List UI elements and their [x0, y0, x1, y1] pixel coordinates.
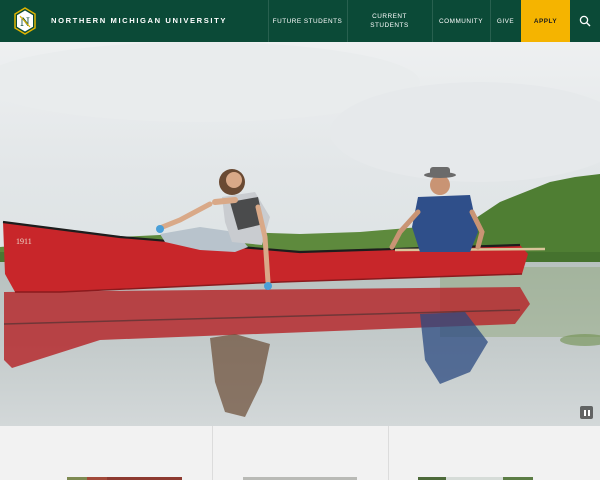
- nav-current-students[interactable]: CURRENT STUDENTS: [347, 0, 432, 42]
- nmu-logo-icon[interactable]: N: [13, 7, 37, 35]
- hero-scene: 1911: [0, 42, 600, 426]
- nav-community-label: COMMUNITY: [439, 17, 483, 25]
- university-name[interactable]: NORTHERN MICHIGAN UNIVERSITY: [51, 16, 227, 25]
- nav-give[interactable]: GIVE: [490, 0, 521, 42]
- pause-icon: [583, 409, 586, 416]
- site-header: N NORTHERN MICHIGAN UNIVERSITY FUTURE ST…: [0, 0, 600, 42]
- apply-button[interactable]: APPLY: [521, 0, 570, 42]
- card-divider: [388, 426, 389, 480]
- card-thumbnail[interactable]: [243, 472, 357, 480]
- search-icon: [579, 15, 591, 27]
- card-thumbnail[interactable]: [67, 472, 182, 480]
- apply-label: APPLY: [533, 17, 558, 25]
- hero-video[interactable]: 1911: [0, 42, 600, 426]
- feature-cards: [0, 426, 600, 480]
- nav-future-students-label: FUTURE STUDENTS: [272, 17, 343, 25]
- nav-future-students[interactable]: FUTURE STUDENTS: [268, 0, 347, 42]
- card-divider: [212, 426, 213, 480]
- nav-current-students-line1: CURRENT: [372, 13, 407, 20]
- nav-give-label: GIVE: [496, 17, 515, 25]
- nav-current-students-line2: STUDENTS: [370, 22, 409, 29]
- card-thumbnail[interactable]: [418, 472, 533, 480]
- pause-button[interactable]: [580, 406, 593, 419]
- search-button[interactable]: [570, 0, 600, 42]
- nav-community[interactable]: COMMUNITY: [432, 0, 490, 42]
- canoe-marking: 1911: [16, 237, 32, 246]
